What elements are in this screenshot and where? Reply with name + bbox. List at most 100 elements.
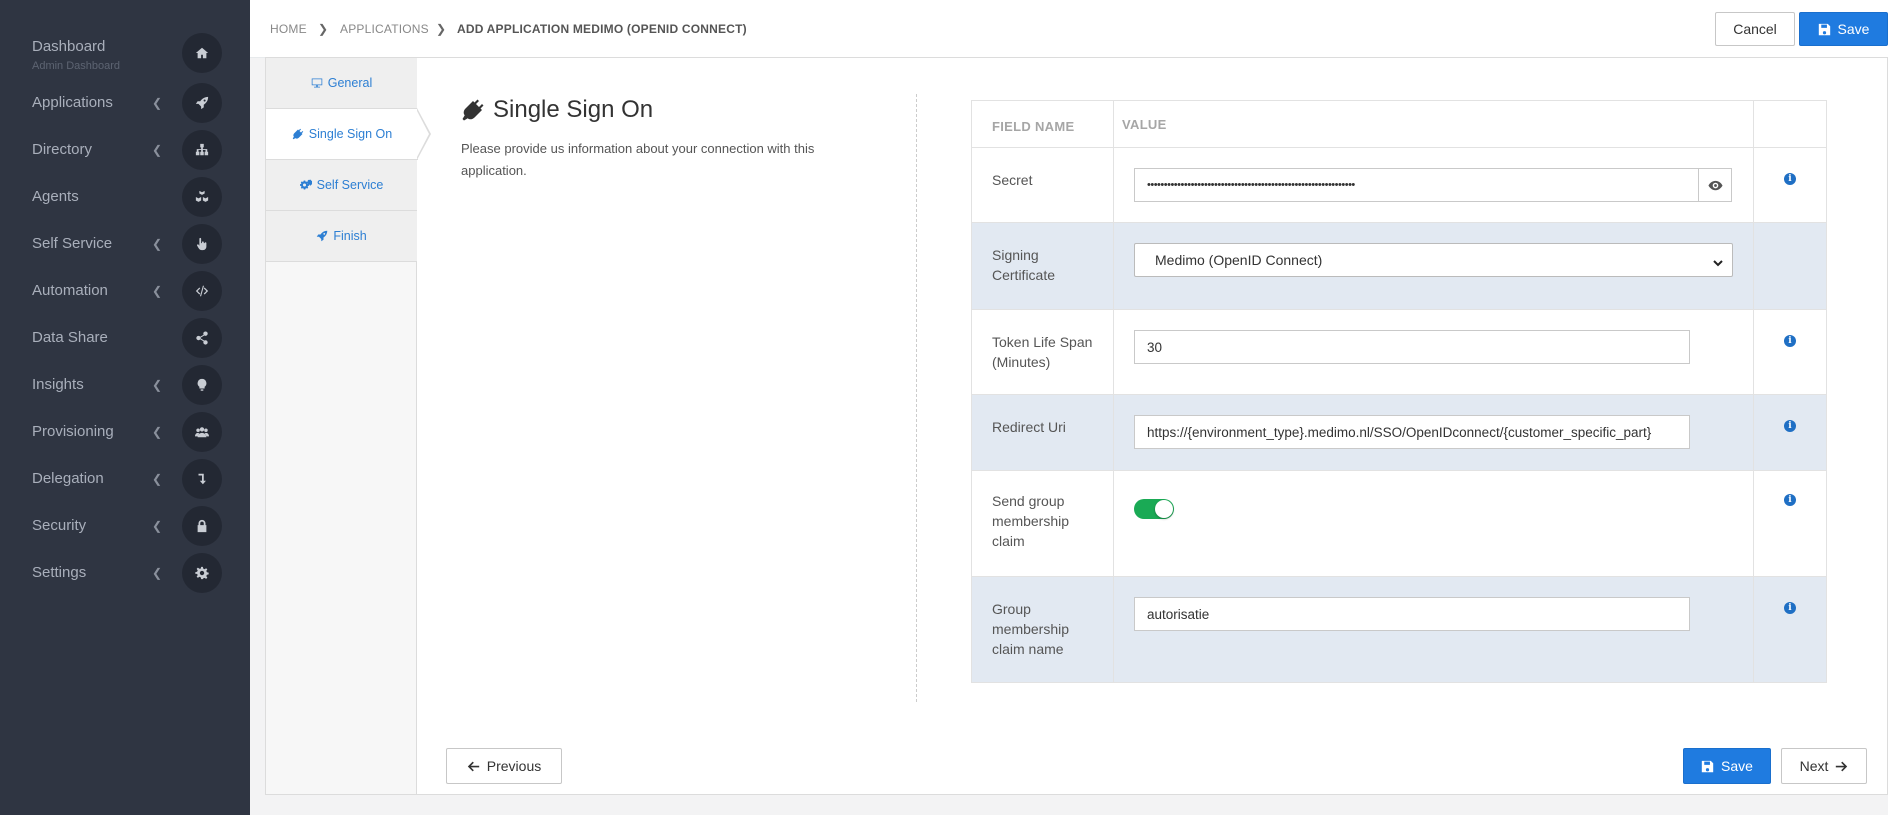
- sidebar: Dashboard Admin Dashboard Applications ❮…: [0, 0, 250, 815]
- selected-value: Medimo (OpenID Connect): [1155, 252, 1323, 268]
- previous-button-label: Previous: [486, 758, 542, 774]
- users-icon: [182, 412, 222, 452]
- sidebar-item-label: Data Share: [32, 329, 108, 346]
- column-header-value: VALUE: [1114, 101, 1754, 147]
- sidebar-item-security[interactable]: Security ❮: [0, 503, 250, 549]
- save-button[interactable]: Save: [1799, 12, 1888, 46]
- field-label: Signing Certificate: [972, 223, 1114, 309]
- wizard-tabs: General Single Sign On Self Service Fini…: [266, 58, 418, 794]
- table-row-signing-certificate: Signing Certificate Medimo (OpenID Conne…: [972, 222, 1826, 309]
- breadcrumb-separator-icon: ❯: [318, 22, 329, 36]
- cancel-button[interactable]: Cancel: [1715, 12, 1795, 46]
- breadcrumb-current: ADD APPLICATION MEDIMO (OPENID CONNECT): [457, 22, 747, 36]
- cubes-icon: [182, 177, 222, 217]
- info-icon[interactable]: i: [1784, 494, 1796, 506]
- sidebar-item-agents[interactable]: Agents: [0, 174, 250, 220]
- field-label: Token Life Span (Minutes): [972, 310, 1114, 394]
- tab-label: Single Sign On: [308, 127, 393, 141]
- field-label: Secret: [972, 148, 1114, 222]
- field-label: Send group membership claim: [972, 471, 1114, 576]
- save-button-label: Save: [1837, 21, 1870, 37]
- lightbulb-icon: [182, 365, 222, 405]
- desktop-icon: [311, 78, 322, 88]
- tab-self-service[interactable]: Self Service: [266, 160, 417, 211]
- section-title-text: Single Sign On: [493, 96, 654, 123]
- send-group-claim-toggle[interactable]: [1134, 499, 1174, 519]
- field-table: FIELD NAME VALUE Secret ••••••••••••••••…: [971, 100, 1827, 683]
- column-header-field-name: FIELD NAME: [972, 101, 1114, 147]
- sidebar-item-label: Settings: [32, 564, 87, 581]
- sidebar-item-delegation[interactable]: Delegation ❮: [0, 456, 250, 502]
- breadcrumb-applications[interactable]: APPLICATIONS: [340, 22, 429, 36]
- tab-general[interactable]: General: [266, 58, 417, 109]
- info-icon[interactable]: i: [1784, 420, 1796, 432]
- sidebar-item-self-service[interactable]: Self Service ❮: [0, 221, 250, 267]
- sidebar-item-automation[interactable]: Automation ❮: [0, 268, 250, 314]
- share-icon: [182, 318, 222, 358]
- footer-save-button-label: Save: [1721, 758, 1753, 774]
- field-label: Group membership claim name: [972, 577, 1114, 682]
- secret-input[interactable]: ••••••••••••••••••••••••••••••••••••••••…: [1134, 168, 1699, 202]
- rocket-icon: [317, 230, 328, 242]
- info-icon[interactable]: i: [1784, 602, 1796, 614]
- breadcrumb-home[interactable]: HOME: [270, 22, 307, 36]
- field-label: Redirect Uri: [972, 395, 1114, 470]
- sidebar-item-dashboard[interactable]: Dashboard Admin Dashboard: [0, 30, 250, 78]
- sidebar-item-settings[interactable]: Settings ❮: [0, 550, 250, 596]
- tab-label: General: [327, 76, 373, 90]
- signing-certificate-select[interactable]: Medimo (OpenID Connect): [1134, 243, 1733, 277]
- previous-button[interactable]: Previous: [446, 748, 562, 784]
- info-icon[interactable]: i: [1784, 173, 1796, 185]
- tab-single-sign-on[interactable]: Single Sign On: [266, 109, 418, 160]
- chevron-left-icon: ❮: [152, 425, 163, 439]
- arrow-left-icon: [467, 761, 479, 771]
- sidebar-item-applications[interactable]: Applications ❮: [0, 80, 250, 126]
- sidebar-item-label: Dashboard: [32, 38, 106, 55]
- chevron-left-icon: ❮: [152, 472, 163, 486]
- sidebar-item-insights[interactable]: Insights ❮: [0, 362, 250, 408]
- table-row-token-life-span: Token Life Span (Minutes) 30 i: [972, 309, 1826, 394]
- sidebar-item-label: Insights: [32, 376, 84, 393]
- chevron-left-icon: ❮: [152, 519, 163, 533]
- chevron-down-icon: [1713, 255, 1723, 271]
- group-claim-name-input[interactable]: autorisatie: [1134, 597, 1690, 631]
- info-icon[interactable]: i: [1784, 335, 1796, 347]
- sidebar-item-label: Directory: [32, 141, 93, 158]
- next-button-label: Next: [1799, 758, 1829, 774]
- sidebar-item-label: Agents: [32, 188, 79, 205]
- sitemap-icon: [182, 130, 222, 170]
- cancel-button-label: Cancel: [1733, 21, 1777, 37]
- home-icon: [182, 33, 222, 73]
- sidebar-item-directory[interactable]: Directory ❮: [0, 127, 250, 173]
- token-life-span-input[interactable]: 30: [1134, 330, 1690, 364]
- chevron-left-icon: ❮: [152, 237, 163, 251]
- sidebar-item-label: Self Service: [32, 235, 113, 252]
- top-bar: HOME ❯ APPLICATIONS ❯ ADD APPLICATION ME…: [250, 0, 1888, 58]
- sidebar-item-label: Provisioning: [32, 423, 114, 440]
- lock-icon: [182, 506, 222, 546]
- chevron-left-icon: ❮: [152, 378, 163, 392]
- tab-label: Finish: [333, 229, 367, 243]
- breadcrumb-separator-icon: ❯: [436, 22, 447, 36]
- code-icon: [182, 271, 222, 311]
- chevron-left-icon: ❮: [152, 566, 163, 580]
- sidebar-item-sublabel: Admin Dashboard: [32, 60, 121, 72]
- table-row-send-group-claim: Send group membership claim i: [972, 470, 1826, 576]
- save-icon: [1701, 760, 1714, 772]
- show-secret-button[interactable]: [1698, 168, 1732, 202]
- tab-finish[interactable]: Finish: [266, 211, 417, 262]
- eye-icon: [1707, 180, 1723, 190]
- sidebar-item-label: Delegation: [32, 470, 104, 487]
- rocket-icon: [182, 83, 222, 123]
- sidebar-item-label: Applications: [32, 94, 113, 111]
- section-divider: [916, 94, 917, 702]
- plug-icon: [292, 128, 304, 140]
- footer-save-button[interactable]: Save: [1683, 748, 1771, 784]
- sidebar-item-data-share[interactable]: Data Share: [0, 315, 250, 361]
- arrow-right-icon: [1836, 761, 1848, 771]
- sidebar-item-label: Automation: [32, 282, 108, 299]
- sidebar-item-provisioning[interactable]: Provisioning ❮: [0, 409, 250, 455]
- redirect-uri-input[interactable]: https://{environment_type}.medimo.nl/SSO…: [1134, 415, 1690, 449]
- next-button[interactable]: Next: [1781, 748, 1867, 784]
- chevron-left-icon: ❮: [152, 284, 163, 298]
